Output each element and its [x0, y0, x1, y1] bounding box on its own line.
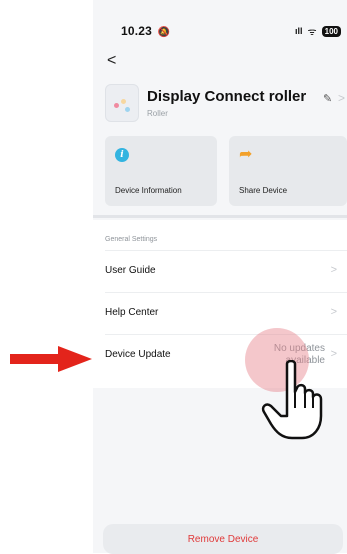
- chevron-right-icon: >: [330, 306, 337, 318]
- battery-icon: 100: [321, 25, 341, 37]
- edit-icon[interactable]: ✎: [323, 92, 332, 105]
- remove-device-button[interactable]: Remove Device: [103, 524, 343, 554]
- device-update-label: Device Update: [105, 349, 171, 360]
- info-icon: i: [115, 148, 129, 162]
- signal-icon: ıll: [294, 26, 303, 36]
- section-title: General Settings: [105, 236, 158, 243]
- chevron-right-icon: >: [330, 348, 337, 360]
- time-text: 10.23: [121, 24, 153, 38]
- device-header[interactable]: Display Connect roller Roller ✎ >: [105, 84, 346, 124]
- chevron-right-icon: >: [338, 91, 346, 105]
- info-glyph: i: [115, 148, 129, 162]
- chevron-right-icon: >: [330, 264, 337, 276]
- phone-screen: 10.23 🔕 ıll ᯤ 100 < Display Connect roll…: [93, 0, 347, 553]
- device-information-card[interactable]: i Device Information: [105, 136, 217, 206]
- status-indicators: ıll ᯤ 100: [295, 24, 341, 38]
- share-device-card[interactable]: ➦ Share Device: [229, 136, 347, 206]
- help-center-label: Help Center: [105, 307, 159, 318]
- share-icon: ➦: [239, 146, 253, 163]
- bell-muted-icon: 🔕: [157, 27, 171, 38]
- annotation-arrow-icon: [10, 346, 92, 372]
- share-device-label: Share Device: [239, 186, 288, 195]
- device-subtitle: Roller: [147, 109, 168, 118]
- device-name: Display Connect roller: [147, 88, 307, 105]
- settings-item-help-center[interactable]: Help Center >: [105, 292, 347, 333]
- device-thumbnail: [105, 84, 139, 122]
- wifi-icon: ᯤ: [307, 27, 317, 38]
- quick-cards: i Device Information ➦ Share Device: [103, 136, 347, 206]
- user-guide-label: User Guide: [105, 265, 156, 276]
- pointing-hand-icon: [261, 360, 323, 440]
- settings-item-user-guide[interactable]: User Guide >: [105, 250, 347, 291]
- status-time: 10.23 🔕: [121, 24, 170, 38]
- device-information-label: Device Information: [115, 186, 182, 195]
- back-button[interactable]: <: [107, 52, 116, 70]
- section-divider: [93, 215, 347, 218]
